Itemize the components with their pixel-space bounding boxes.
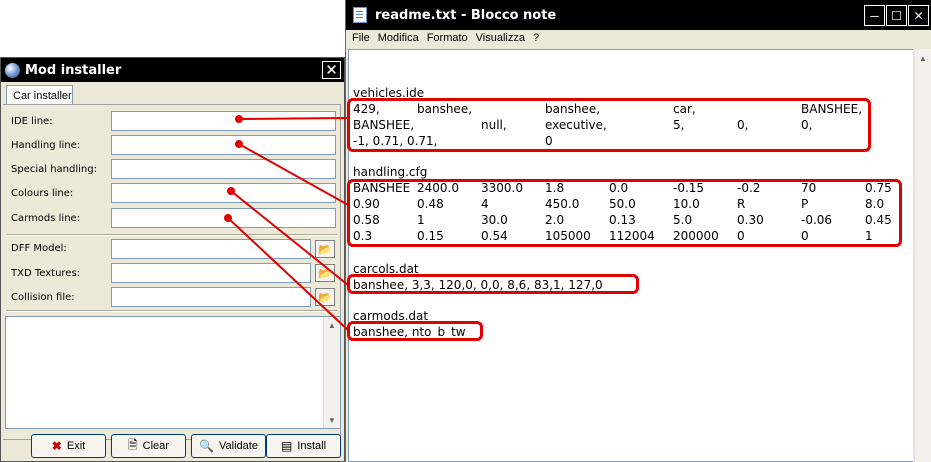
menu-bar: File Modifica Formato Visualizza ?	[346, 30, 931, 46]
exit-button[interactable]: ✖ Exit	[31, 434, 106, 458]
mod-installer-titlebar[interactable]: Mod installer	[1, 58, 344, 82]
folder-open-icon: 📂	[318, 291, 332, 304]
maximize-button[interactable]: ☐	[886, 5, 907, 26]
close-button[interactable]: ✕	[322, 61, 341, 79]
menu-visualizza[interactable]: Visualizza	[476, 32, 525, 44]
mod-installer-window: Mod installer ✕ Car installer IDE line: …	[0, 57, 345, 462]
notepad-title: readme.txt - Blocco note	[375, 7, 557, 23]
txd-textures-label: TXD Textures:	[11, 268, 81, 279]
exit-label: Exit	[66, 440, 86, 452]
tab-label: Car installer	[13, 90, 72, 102]
memo-scrollbar[interactable]: ▲ ▼	[323, 317, 340, 428]
menu-help[interactable]: ?	[533, 32, 539, 44]
folder-open-icon: 📂	[318, 243, 332, 256]
dff-model-label: DFF Model:	[11, 243, 67, 254]
notepad-scrollbar[interactable]: ▲	[914, 49, 931, 462]
vehicles-highlight-box	[347, 98, 871, 152]
notepad-close-button[interactable]: ✕	[908, 5, 929, 26]
ide-line-label: IDE line:	[11, 116, 53, 127]
special-handling-label: Special handling:	[11, 164, 97, 175]
validate-button[interactable]: 🔍 Validate	[191, 434, 266, 458]
handling-cfg-header: handling.cfg	[353, 165, 428, 179]
validate-label: Validate	[219, 440, 258, 452]
separator	[7, 310, 337, 312]
notepad-icon	[353, 7, 367, 23]
carmods-highlight-box	[347, 321, 483, 341]
mod-installer-title: Mod installer	[25, 62, 122, 78]
magnifier-icon: 🔍	[199, 439, 214, 453]
scroll-up-icon[interactable]: ▲	[916, 51, 930, 65]
clear-button[interactable]: 🗎 Clear	[111, 434, 186, 458]
install-button[interactable]: ▤ Install	[266, 434, 341, 458]
special-handling-input[interactable]	[111, 159, 336, 179]
menu-formato[interactable]: Formato	[427, 32, 468, 44]
handling-line-input[interactable]	[111, 135, 336, 155]
collision-file-input[interactable]	[111, 287, 311, 307]
ide-line-input[interactable]	[111, 111, 336, 131]
minimize-button[interactable]: ─	[864, 5, 885, 26]
handling-line-label: Handling line:	[11, 140, 81, 151]
folder-open-icon: 📂	[318, 267, 332, 280]
scroll-up-icon[interactable]: ▲	[325, 318, 339, 332]
notepad-titlebar[interactable]: readme.txt - Blocco note	[346, 0, 931, 30]
dff-model-input[interactable]	[111, 239, 311, 259]
tab-car-installer[interactable]: Car installer	[6, 85, 73, 105]
menu-file[interactable]: File	[352, 32, 370, 44]
collision-browse-button[interactable]: 📂	[315, 288, 335, 306]
txd-browse-button[interactable]: 📂	[315, 264, 335, 282]
scroll-down-icon[interactable]: ▼	[325, 413, 339, 427]
log-memo[interactable]: ▲ ▼	[5, 316, 341, 429]
dff-browse-button[interactable]: 📂	[315, 240, 335, 258]
menu-modifica[interactable]: Modifica	[378, 32, 419, 44]
carcols-highlight-box	[347, 274, 639, 294]
carmods-line-label: Carmods line:	[11, 213, 81, 224]
clear-label: Clear	[142, 440, 169, 452]
carmods-line-input[interactable]	[111, 208, 336, 228]
collision-file-label: Collision file:	[11, 292, 75, 303]
install-label: Install	[297, 440, 327, 452]
close-icon: ✕	[913, 8, 924, 23]
txd-textures-input[interactable]	[111, 263, 311, 283]
globe-icon	[5, 62, 20, 78]
colours-line-input[interactable]	[111, 183, 336, 203]
list-icon: ▤	[280, 439, 293, 453]
red-x-icon: ✖	[51, 439, 62, 453]
close-icon: ✕	[325, 62, 338, 79]
colours-line-label: Colours line:	[11, 188, 74, 199]
maximize-icon: ☐	[891, 8, 902, 23]
separator	[7, 234, 337, 236]
minimize-icon: ─	[870, 8, 879, 23]
handling-highlight-box	[347, 179, 902, 247]
document-icon: 🗎	[128, 437, 138, 452]
